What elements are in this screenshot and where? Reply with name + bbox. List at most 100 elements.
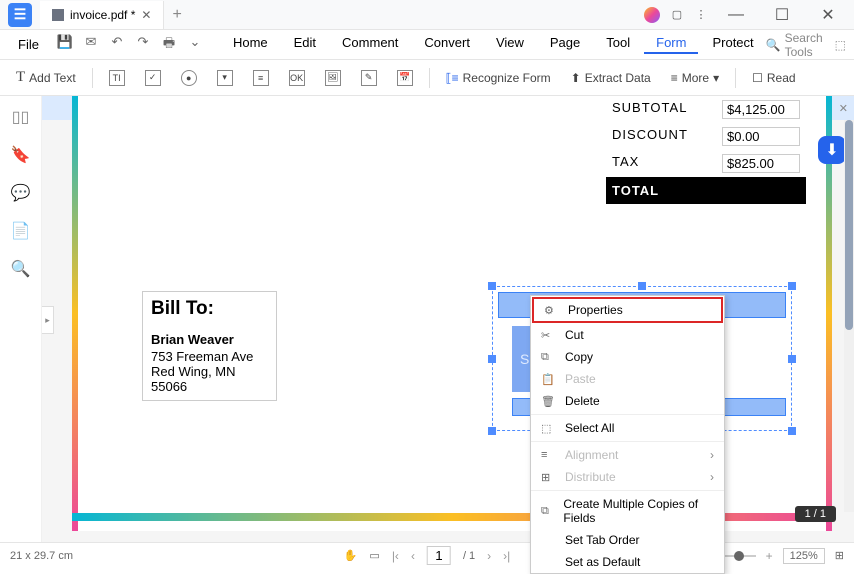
sidebar-expand-handle[interactable]: ▸	[42, 306, 54, 334]
text-field-tool[interactable]: TI	[101, 66, 133, 90]
resize-handle[interactable]	[488, 282, 496, 290]
document-viewport: This document contains interactive form …	[42, 96, 854, 542]
more-icon: ≡	[671, 71, 678, 85]
extract-data-button[interactable]: ⬆ Extract Data	[563, 67, 659, 89]
resize-handle[interactable]	[488, 355, 496, 363]
discount-value[interactable]: $0.00	[722, 127, 800, 146]
subtotal-value[interactable]: $4,125.00	[722, 100, 800, 119]
save-icon[interactable]: 💾	[57, 34, 73, 56]
download-fab[interactable]: ⬇	[818, 136, 846, 164]
redo-icon[interactable]: ↷	[135, 34, 151, 56]
date-icon: 📅	[397, 70, 413, 86]
thumbnails-icon[interactable]: ▯▯	[12, 108, 30, 126]
search-tools[interactable]: 🔍 Search Tools	[766, 31, 823, 59]
bookmarks-icon[interactable]: 🔖	[12, 146, 30, 164]
menu-edit[interactable]: Edit	[282, 35, 328, 54]
menu-view[interactable]: View	[484, 35, 536, 54]
sign-tool[interactable]: ✎	[353, 66, 385, 90]
resize-handle[interactable]	[488, 427, 496, 435]
menu-form[interactable]: Form	[644, 35, 698, 54]
ctx-set-default[interactable]: Set as Default	[531, 551, 724, 573]
ctx-copy[interactable]: ⧉Copy	[531, 346, 724, 368]
select-tool-icon[interactable]: ▭	[369, 549, 379, 562]
next-page-button[interactable]: ›	[487, 549, 491, 563]
resize-handle[interactable]	[788, 427, 796, 435]
resize-handle[interactable]	[788, 282, 796, 290]
menu-tool[interactable]: Tool	[594, 35, 642, 54]
radio-tool[interactable]: ●	[173, 66, 205, 90]
prev-page-button[interactable]: ‹	[411, 549, 415, 563]
menu-home[interactable]: Home	[221, 35, 280, 54]
image-icon: 🖼	[325, 70, 341, 86]
tax-value[interactable]: $825.00	[722, 154, 800, 173]
checkbox-icon: ✓	[145, 70, 161, 86]
maximize-button[interactable]: ☐	[764, 1, 800, 29]
box-icon[interactable]: ▢	[670, 8, 684, 22]
total-value[interactable]	[722, 183, 800, 198]
date-tool[interactable]: 📅	[389, 66, 421, 90]
ctx-select-all[interactable]: ⬚Select All	[531, 417, 724, 439]
close-window-button[interactable]: ✕	[810, 1, 846, 29]
sign-icon: ✎	[361, 70, 377, 86]
page-number-input[interactable]	[427, 546, 451, 565]
add-text-button[interactable]: T Add Text	[8, 65, 84, 90]
list-tool[interactable]: ≡	[245, 66, 277, 90]
recognize-form-button[interactable]: ⟦≡ Recognize Form	[438, 67, 559, 89]
external-link-icon[interactable]: ⬚	[835, 38, 846, 52]
copies-icon: ⧉	[541, 505, 553, 518]
zoom-in-button[interactable]: +	[766, 549, 773, 563]
ctx-delete[interactable]: 🗑Delete	[531, 390, 724, 412]
bill-to-block: Bill To: Brian Weaver 753 Freeman Ave Re…	[142, 291, 277, 401]
fit-page-icon[interactable]: ⊞	[835, 549, 844, 562]
billto-addr2: Red Wing, MN 55066	[151, 364, 268, 394]
main-menu: Home Edit Comment Convert View Page Tool…	[221, 35, 766, 54]
more-button[interactable]: ≡ More ▾	[663, 67, 727, 89]
search-icon: 🔍	[766, 38, 781, 52]
menu-chevron-icon[interactable]: ⌄	[187, 34, 203, 56]
menu-convert[interactable]: Convert	[412, 35, 482, 54]
resize-handle[interactable]	[638, 282, 646, 290]
first-page-button[interactable]: |‹	[392, 549, 399, 563]
close-bar-icon[interactable]: ✕	[839, 102, 848, 115]
kebab-menu-icon[interactable]: ⋮	[694, 8, 708, 22]
add-tab-button[interactable]: +	[164, 6, 189, 24]
scroll-thumb[interactable]	[845, 120, 853, 330]
close-tab-icon[interactable]: ✕	[141, 8, 151, 22]
attachments-icon[interactable]: 📄	[12, 222, 30, 240]
chevron-down-icon: ▾	[713, 71, 719, 85]
left-sidebar: ▯▯ 🔖 💬 📄 🔍	[0, 96, 42, 542]
ctx-set-tab-order[interactable]: Set Tab Order	[531, 529, 724, 551]
read-toggle[interactable]: ☐ Read	[744, 67, 803, 89]
search-panel-icon[interactable]: 🔍	[12, 260, 30, 278]
image-tool[interactable]: 🖼	[317, 66, 349, 90]
print-icon[interactable]: 🖶	[161, 34, 177, 56]
extract-icon: ⬆	[571, 71, 581, 85]
billto-title: Bill To:	[151, 298, 268, 320]
undo-icon[interactable]: ↶	[109, 34, 125, 56]
combo-tool[interactable]: ▾	[209, 66, 241, 90]
search-placeholder: Search Tools	[785, 31, 823, 59]
hand-tool-icon[interactable]: ✋	[344, 549, 358, 562]
document-tab[interactable]: invoice.pdf * ✕	[40, 1, 164, 29]
menubar: File 💾 ✉ ↶ ↷ 🖶 ⌄ Home Edit Comment Conve…	[0, 30, 854, 60]
ctx-create-copies[interactable]: ⧉Create Multiple Copies of Fields	[531, 493, 724, 529]
profile-icon[interactable]	[644, 7, 660, 23]
zoom-thumb[interactable]	[734, 551, 744, 561]
menu-comment[interactable]: Comment	[330, 35, 410, 54]
zoom-level[interactable]: 125%	[783, 548, 825, 564]
comments-icon[interactable]: 💬	[12, 184, 30, 202]
mail-icon[interactable]: ✉	[83, 34, 99, 56]
ctx-properties[interactable]: ⚙Properties	[532, 297, 723, 323]
button-tool[interactable]: OK	[281, 66, 313, 90]
file-menu[interactable]: File	[8, 37, 49, 52]
resize-handle[interactable]	[788, 355, 796, 363]
menu-page[interactable]: Page	[538, 35, 592, 54]
ctx-cut[interactable]: ✂Cut	[531, 324, 724, 346]
vertical-scrollbar[interactable]	[844, 120, 854, 512]
copy-icon: ⧉	[541, 351, 555, 364]
minimize-button[interactable]: —	[718, 1, 754, 29]
menu-protect[interactable]: Protect	[700, 35, 765, 54]
discount-label: DISCOUNT	[612, 127, 722, 146]
last-page-button[interactable]: ›|	[503, 549, 510, 563]
checkbox-tool[interactable]: ✓	[137, 66, 169, 90]
